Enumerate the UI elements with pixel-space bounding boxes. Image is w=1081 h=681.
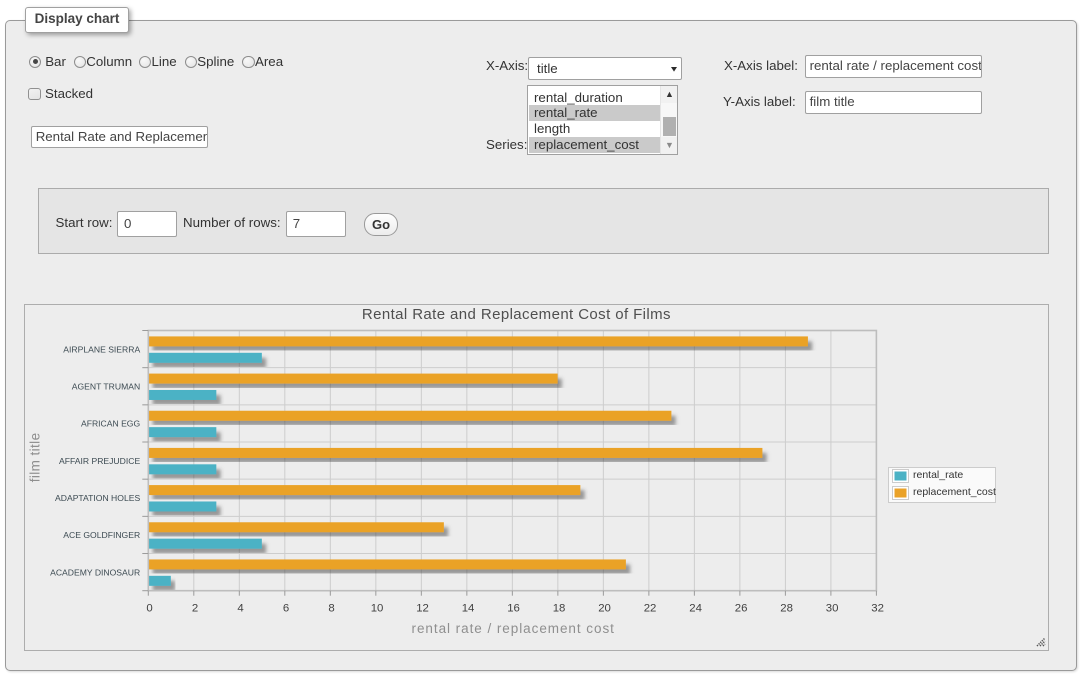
svg-text:AFFAIR PREJUDICE: AFFAIR PREJUDICE [59, 456, 140, 466]
svg-text:28: 28 [780, 603, 793, 615]
svg-text:8: 8 [328, 603, 334, 615]
svg-text:rental rate / replacement cost: rental rate / replacement cost [412, 621, 615, 636]
svg-text:ACE GOLDFINGER: ACE GOLDFINGER [63, 530, 140, 540]
svg-text:2: 2 [192, 603, 198, 615]
svg-text:10: 10 [371, 603, 384, 615]
svg-text:32: 32 [871, 603, 884, 615]
svg-text:12: 12 [416, 603, 429, 615]
svg-text:AGENT TRUMAN: AGENT TRUMAN [72, 382, 140, 392]
svg-text:30: 30 [826, 603, 839, 615]
svg-text:replacement_cost: replacement_cost [913, 486, 996, 498]
svg-text:14: 14 [462, 603, 475, 615]
svg-text:Rental Rate and Replacement Co: Rental Rate and Replacement Cost of Film… [362, 306, 671, 323]
svg-text:0: 0 [146, 603, 152, 615]
svg-text:4: 4 [237, 603, 243, 615]
svg-text:6: 6 [283, 603, 289, 615]
svg-text:film title: film title [28, 433, 43, 483]
svg-text:rental_rate: rental_rate [913, 469, 963, 481]
svg-text:AIRPLANE SIERRA: AIRPLANE SIERRA [63, 344, 140, 354]
svg-text:20: 20 [598, 603, 611, 615]
svg-text:26: 26 [735, 603, 748, 615]
svg-text:ACADEMY DINOSAUR: ACADEMY DINOSAUR [50, 567, 140, 577]
svg-text:AFRICAN EGG: AFRICAN EGG [81, 419, 141, 429]
svg-text:22: 22 [644, 603, 657, 615]
svg-text:18: 18 [553, 603, 566, 615]
svg-text:ADAPTATION HOLES: ADAPTATION HOLES [55, 493, 140, 503]
svg-text:24: 24 [689, 603, 702, 615]
svg-text:16: 16 [507, 603, 520, 615]
